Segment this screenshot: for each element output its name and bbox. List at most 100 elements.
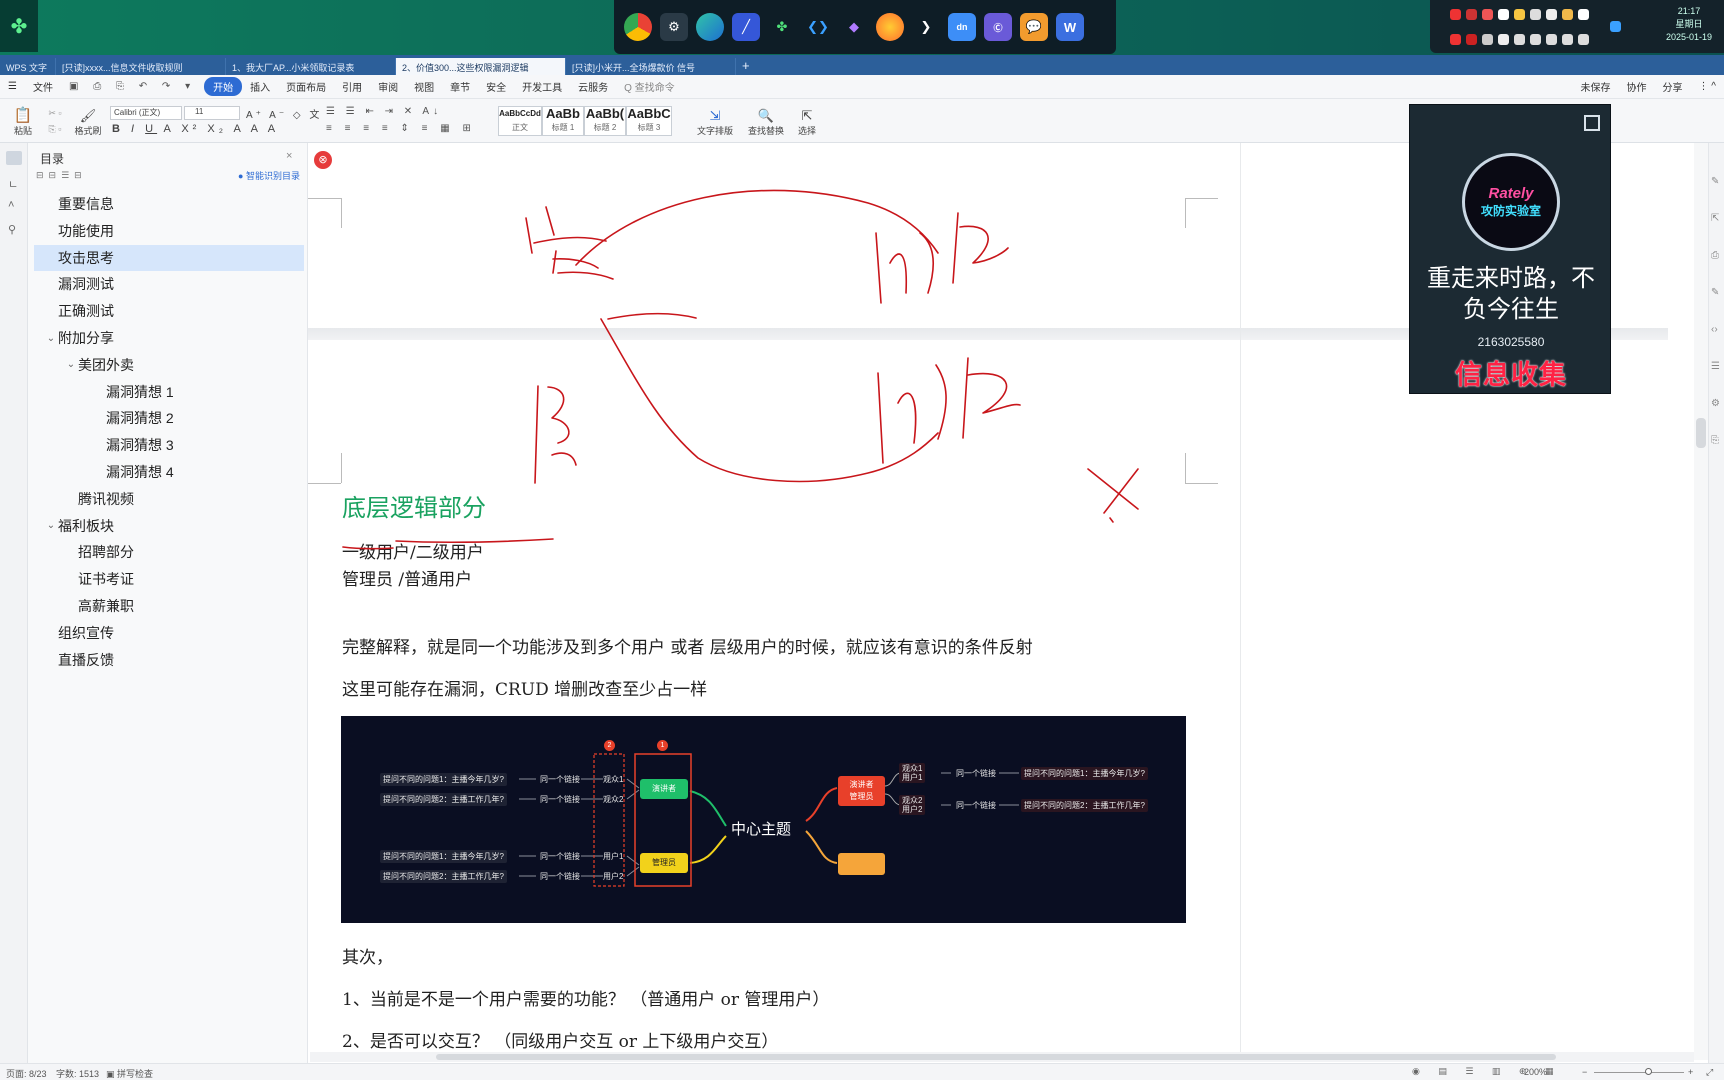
toc-item[interactable]: 漏洞猜想 2 bbox=[34, 405, 304, 431]
clock[interactable]: 21:17 星期日 2025-01-19 bbox=[1666, 5, 1712, 44]
cloud-app-icon[interactable]: dn bbox=[948, 13, 976, 41]
menu-chapter[interactable]: 章节 bbox=[442, 79, 478, 94]
settings-app-icon[interactable]: ⚙ bbox=[660, 13, 688, 41]
font-size-select[interactable]: 11 bbox=[184, 106, 240, 120]
hamburger-icon[interactable]: ☰ bbox=[0, 81, 25, 92]
toc-item[interactable]: 招聘部分 bbox=[34, 539, 304, 565]
tray-app-icon[interactable] bbox=[1546, 34, 1557, 45]
up-icon[interactable]: ˄ bbox=[8, 199, 14, 211]
toc-item[interactable]: ⌄ 福利板块 bbox=[34, 513, 304, 539]
tab-document[interactable]: 1、我大厂AP...小米领取记录表 bbox=[226, 58, 396, 75]
tray-app-icon[interactable] bbox=[1466, 34, 1477, 45]
toc-item[interactable]: 功能使用 bbox=[34, 218, 304, 244]
smart-toc-button[interactable]: ● 智能识别目录 bbox=[238, 169, 300, 182]
tray-app-icon[interactable] bbox=[1498, 9, 1509, 20]
menu-layout[interactable]: 页面布局 bbox=[278, 79, 334, 94]
scroll-thumb[interactable] bbox=[436, 1054, 1556, 1060]
wps-writer-icon[interactable]: W bbox=[1056, 13, 1084, 41]
network-icon[interactable] bbox=[1610, 21, 1621, 32]
toc-item[interactable]: 直播反馈 bbox=[34, 647, 304, 673]
toc-item[interactable]: 证书考证 bbox=[34, 566, 304, 592]
font-style-icons[interactable]: B I U A X² X₂ A A A bbox=[112, 123, 279, 135]
toc-item[interactable]: 组织宣传 bbox=[34, 620, 304, 646]
more-icon[interactable]: ⋮ ^ bbox=[1691, 81, 1724, 92]
edge-icon[interactable] bbox=[696, 13, 724, 41]
close-icon[interactable]: × bbox=[286, 150, 292, 162]
quick-access-icons[interactable]: ▣ ⎙ ⎘ ↶ ↷ ▾ bbox=[61, 81, 204, 92]
tab-document[interactable]: [只读]xxxx...信息文件收取规则 bbox=[56, 58, 226, 75]
tray-app-icon[interactable] bbox=[1514, 34, 1525, 45]
tray-app-icon[interactable] bbox=[1482, 9, 1493, 20]
search-icon[interactable]: ⚲ bbox=[8, 223, 16, 236]
toc-item[interactable]: 高薪兼职 bbox=[34, 593, 304, 619]
select-button[interactable]: ⇱ 选择 bbox=[792, 105, 822, 137]
word-count[interactable]: 字数: 1513 bbox=[56, 1067, 99, 1080]
microphone-icon[interactable] bbox=[1498, 34, 1509, 45]
vscode-icon[interactable]: ❮❯ bbox=[804, 13, 832, 41]
tab-document[interactable]: [只读]小米开...全场爆款价 信号 bbox=[566, 58, 736, 75]
tray-app-icon[interactable] bbox=[1482, 34, 1493, 45]
unsaved-indicator[interactable]: 未保存 bbox=[1573, 79, 1619, 94]
chevron-down-icon[interactable]: ⌄ bbox=[44, 520, 58, 531]
zoom-out-icon[interactable]: − bbox=[1582, 1067, 1587, 1077]
tab-document-active[interactable]: 2、价值300...这些权限漏洞逻辑 bbox=[396, 58, 566, 75]
note-app-icon[interactable]: Ⓒ bbox=[984, 13, 1012, 41]
clover-app-icon[interactable]: ✤ bbox=[768, 13, 796, 41]
tray-app-icon[interactable] bbox=[1562, 9, 1573, 20]
align-icons[interactable]: ≡ ≡ ≡ ≡ ⇕ ≡ ▦ ⊞ bbox=[326, 123, 476, 134]
chevron-down-icon[interactable]: ⌄ bbox=[64, 359, 78, 370]
toc-panel-icon[interactable] bbox=[6, 151, 22, 165]
visual-studio-icon[interactable]: ◆ bbox=[840, 13, 868, 41]
text-tools-button[interactable]: ⇲ 文字排版 bbox=[690, 105, 740, 137]
firefox-icon[interactable] bbox=[876, 13, 904, 41]
right-tool-icons[interactable]: ✎ ⇱ ⎙ ✎ ‹› ☰ ⚙ ⎘ bbox=[1711, 163, 1720, 459]
toc-item[interactable]: 漏洞猜想 3 bbox=[34, 432, 304, 458]
tray-app-icon[interactable] bbox=[1450, 34, 1461, 45]
paste-button[interactable]: 📋 粘贴 bbox=[8, 105, 38, 137]
toc-item[interactable]: 漏洞测试 bbox=[34, 271, 304, 297]
menu-references[interactable]: 引用 bbox=[334, 79, 370, 94]
terminal-icon[interactable]: ❯ bbox=[912, 13, 940, 41]
style-normal[interactable]: AaBbCcDd 正文 bbox=[498, 106, 542, 136]
toc-item[interactable]: ⌄ 美团外卖 bbox=[34, 352, 304, 378]
toc-item[interactable]: 漏洞猜想 1 bbox=[34, 379, 304, 405]
style-heading2[interactable]: AaBb( 标题 2 bbox=[584, 106, 626, 136]
menu-view[interactable]: 视图 bbox=[406, 79, 442, 94]
toc-item[interactable]: 腾讯视频 bbox=[34, 486, 304, 512]
toc-item[interactable]: 正确测试 bbox=[34, 298, 304, 324]
editor-icon[interactable]: ╱ bbox=[732, 13, 760, 41]
tray-app-icon[interactable] bbox=[1466, 9, 1477, 20]
tray-app-icon[interactable] bbox=[1450, 9, 1461, 20]
tray-app-icon[interactable] bbox=[1530, 9, 1541, 20]
zoom-level[interactable]: 200% bbox=[1524, 1067, 1547, 1077]
toc-item[interactable]: 攻击思考 bbox=[34, 244, 304, 271]
share-button[interactable]: 分享 bbox=[1655, 79, 1691, 94]
collab-button[interactable]: 协作 bbox=[1619, 79, 1655, 94]
tray-app-icon[interactable] bbox=[1546, 9, 1557, 20]
tray-app-icon[interactable] bbox=[1562, 34, 1573, 45]
tray-app-icon[interactable] bbox=[1530, 34, 1541, 45]
zoom-in-icon[interactable]: + bbox=[1688, 1067, 1693, 1077]
cut-copy-group[interactable]: ✂ ▫ ⎘ ▫ bbox=[38, 105, 72, 137]
menu-review[interactable]: 审阅 bbox=[370, 79, 406, 94]
zoom-slider[interactable] bbox=[1594, 1072, 1684, 1073]
spell-check[interactable]: ▣ 拼写检查 bbox=[106, 1067, 153, 1080]
toc-level-icons[interactable]: ⊟⊟☰⊟ bbox=[36, 170, 87, 181]
horizontal-scrollbar[interactable] bbox=[310, 1052, 1694, 1062]
list-icons[interactable]: ☰ ☰ ⇤ ⇥ ✕ A↓ bbox=[326, 106, 442, 117]
volume-icon[interactable] bbox=[1578, 34, 1589, 45]
bookmark-icon[interactable]: ㄴ bbox=[8, 176, 18, 192]
tray-app-icon[interactable] bbox=[1514, 9, 1525, 20]
scroll-thumb[interactable] bbox=[1696, 418, 1706, 448]
zoom-slider-handle[interactable] bbox=[1645, 1068, 1652, 1075]
menu-home[interactable]: 开始 bbox=[204, 77, 243, 96]
menu-cloud[interactable]: 云服务 bbox=[570, 79, 616, 94]
menu-security[interactable]: 安全 bbox=[478, 79, 514, 94]
menu-insert[interactable]: 插入 bbox=[242, 79, 278, 94]
font-grow-shrink-icons[interactable]: A⁺ A⁻ ◇ 文 bbox=[246, 106, 322, 121]
style-heading1[interactable]: AaBb 标题 1 bbox=[542, 106, 584, 136]
font-name-select[interactable]: Calibri (正文) bbox=[110, 106, 182, 120]
toc-item[interactable]: 漏洞猜想 4 bbox=[34, 459, 304, 485]
menu-file[interactable]: 文件 bbox=[25, 79, 61, 94]
tray-app-icon[interactable] bbox=[1578, 9, 1589, 20]
